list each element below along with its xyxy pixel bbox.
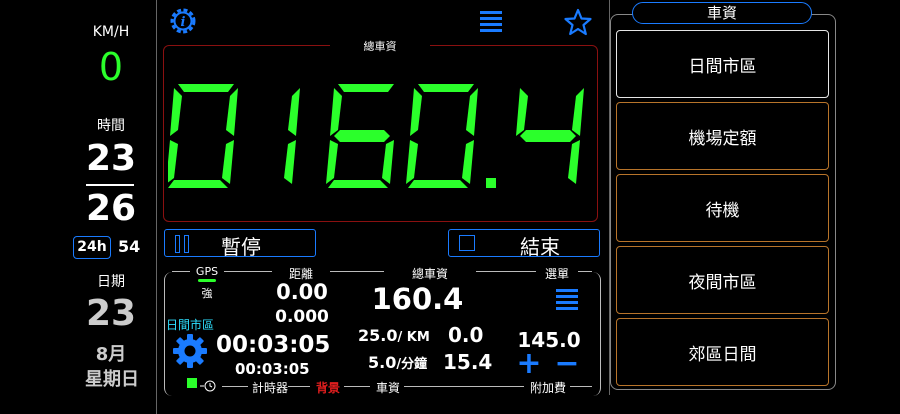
per-km-value: 25.0: [358, 326, 398, 345]
distance-sub: 0.000: [275, 307, 329, 327]
per-km-amount: 0.0: [448, 323, 484, 347]
header-rule: [224, 271, 272, 272]
date-label: 日期: [97, 274, 125, 290]
per-km-rate: 25.0/ KM: [358, 326, 430, 345]
footer-rule: [404, 386, 524, 387]
fare-value: 160.4: [371, 282, 464, 316]
per-min-value: 5.0: [368, 353, 397, 372]
time-label: 時間: [97, 118, 125, 134]
rate-mode-label: 日間市區: [166, 318, 215, 332]
date-month: 8月: [95, 344, 127, 365]
info-gear-icon[interactable]: i: [168, 6, 198, 36]
seg: [226, 88, 238, 136]
favorite-star-icon[interactable]: [564, 8, 592, 36]
stop-icon: [459, 235, 475, 251]
pause-icon-bar: [184, 235, 189, 253]
fare-tab[interactable]: 車資: [376, 379, 400, 396]
header-rule: [172, 271, 190, 272]
menu-label: 選單: [544, 267, 569, 281]
menu-icon[interactable]: [480, 10, 502, 34]
clock-icon[interactable]: [200, 377, 216, 392]
header-rule: [330, 271, 384, 272]
gps-signal-bar: [198, 279, 216, 282]
distance-main: 0.00: [276, 280, 328, 304]
sidebar-item-standby[interactable]: 待機: [616, 174, 829, 242]
timer-tab[interactable]: 計時器: [252, 379, 288, 396]
surcharge-tab[interactable]: 附加費: [530, 379, 566, 396]
seg: [486, 178, 496, 188]
seg: [406, 140, 418, 184]
seg: [334, 130, 390, 142]
sidebar-item-airport-flat[interactable]: 機場定額: [616, 102, 829, 170]
speed-unit: KM/H: [92, 24, 130, 40]
clock-divider: [86, 184, 134, 186]
seg: [222, 140, 234, 184]
per-min-amount: 15.4: [443, 350, 493, 374]
meter-label: 總車資: [330, 38, 430, 54]
footer-rule: [344, 386, 370, 387]
surcharge-minus-button[interactable]: −: [552, 346, 582, 382]
end-label: 結束: [520, 235, 560, 259]
seg: [284, 140, 296, 184]
elapsed-sub: 00:03:05: [235, 360, 310, 378]
sidebar-item-daytime-city[interactable]: 日間市區: [616, 30, 829, 98]
mode-24h-toggle[interactable]: 24h: [73, 236, 111, 259]
background-tab[interactable]: 背景: [316, 379, 340, 396]
pause-button[interactable]: 暫停: [164, 229, 316, 259]
meter-digits: [168, 84, 584, 188]
clock-minute: 26: [85, 188, 137, 229]
footer-rule: [570, 386, 592, 387]
footer-rule: [288, 386, 310, 387]
gps-label: GPS: [195, 265, 219, 278]
clock-seconds: 54: [118, 237, 141, 256]
clock-hour: 23: [85, 138, 137, 179]
seg: [338, 84, 394, 92]
seg: [572, 88, 584, 136]
settings-gear-icon[interactable]: [172, 333, 208, 369]
seg: [178, 84, 234, 92]
seg: [330, 88, 342, 136]
fare-label: 總車資: [411, 267, 448, 281]
gps-strength: 強: [201, 287, 213, 300]
seg: [168, 140, 178, 183]
svg-text:i: i: [181, 15, 186, 30]
date-weekday: 星期日: [85, 369, 139, 390]
seg: [326, 140, 338, 184]
pause-label: 暫停: [221, 235, 261, 259]
header-rule: [578, 271, 592, 272]
sidebar-item-suburb-day[interactable]: 郊區日間: [616, 318, 829, 386]
end-button[interactable]: 結束: [448, 229, 600, 259]
seg: [168, 180, 228, 188]
seg: [568, 140, 580, 184]
elapsed-main: 00:03:05: [216, 332, 331, 358]
seg: [520, 130, 576, 142]
per-km-unit: / KM: [397, 330, 430, 345]
seg: [418, 84, 474, 92]
seg: [288, 88, 300, 136]
speed-value: 0: [98, 45, 124, 89]
seg: [462, 140, 474, 184]
seg: [382, 140, 394, 184]
header-rule: [476, 271, 536, 272]
seg: [170, 88, 182, 136]
sidebar-item-night-city[interactable]: 夜間市區: [616, 246, 829, 314]
seg: [516, 88, 528, 136]
seg: [466, 88, 478, 136]
surcharge-plus-button[interactable]: +: [514, 346, 544, 382]
pause-icon: [175, 235, 180, 253]
footer-rule: [222, 386, 248, 387]
per-min-rate: 5.0/分鐘: [368, 353, 427, 372]
sidebar-title: 車資: [632, 2, 812, 24]
date-day: 23: [85, 293, 137, 334]
per-min-unit: /分鐘: [396, 357, 428, 372]
seg: [410, 88, 422, 136]
seg: [328, 180, 388, 188]
options-menu-icon[interactable]: [556, 288, 578, 312]
timer-status-square: [187, 378, 197, 388]
left-divider: [156, 0, 157, 414]
seg: [408, 180, 468, 188]
